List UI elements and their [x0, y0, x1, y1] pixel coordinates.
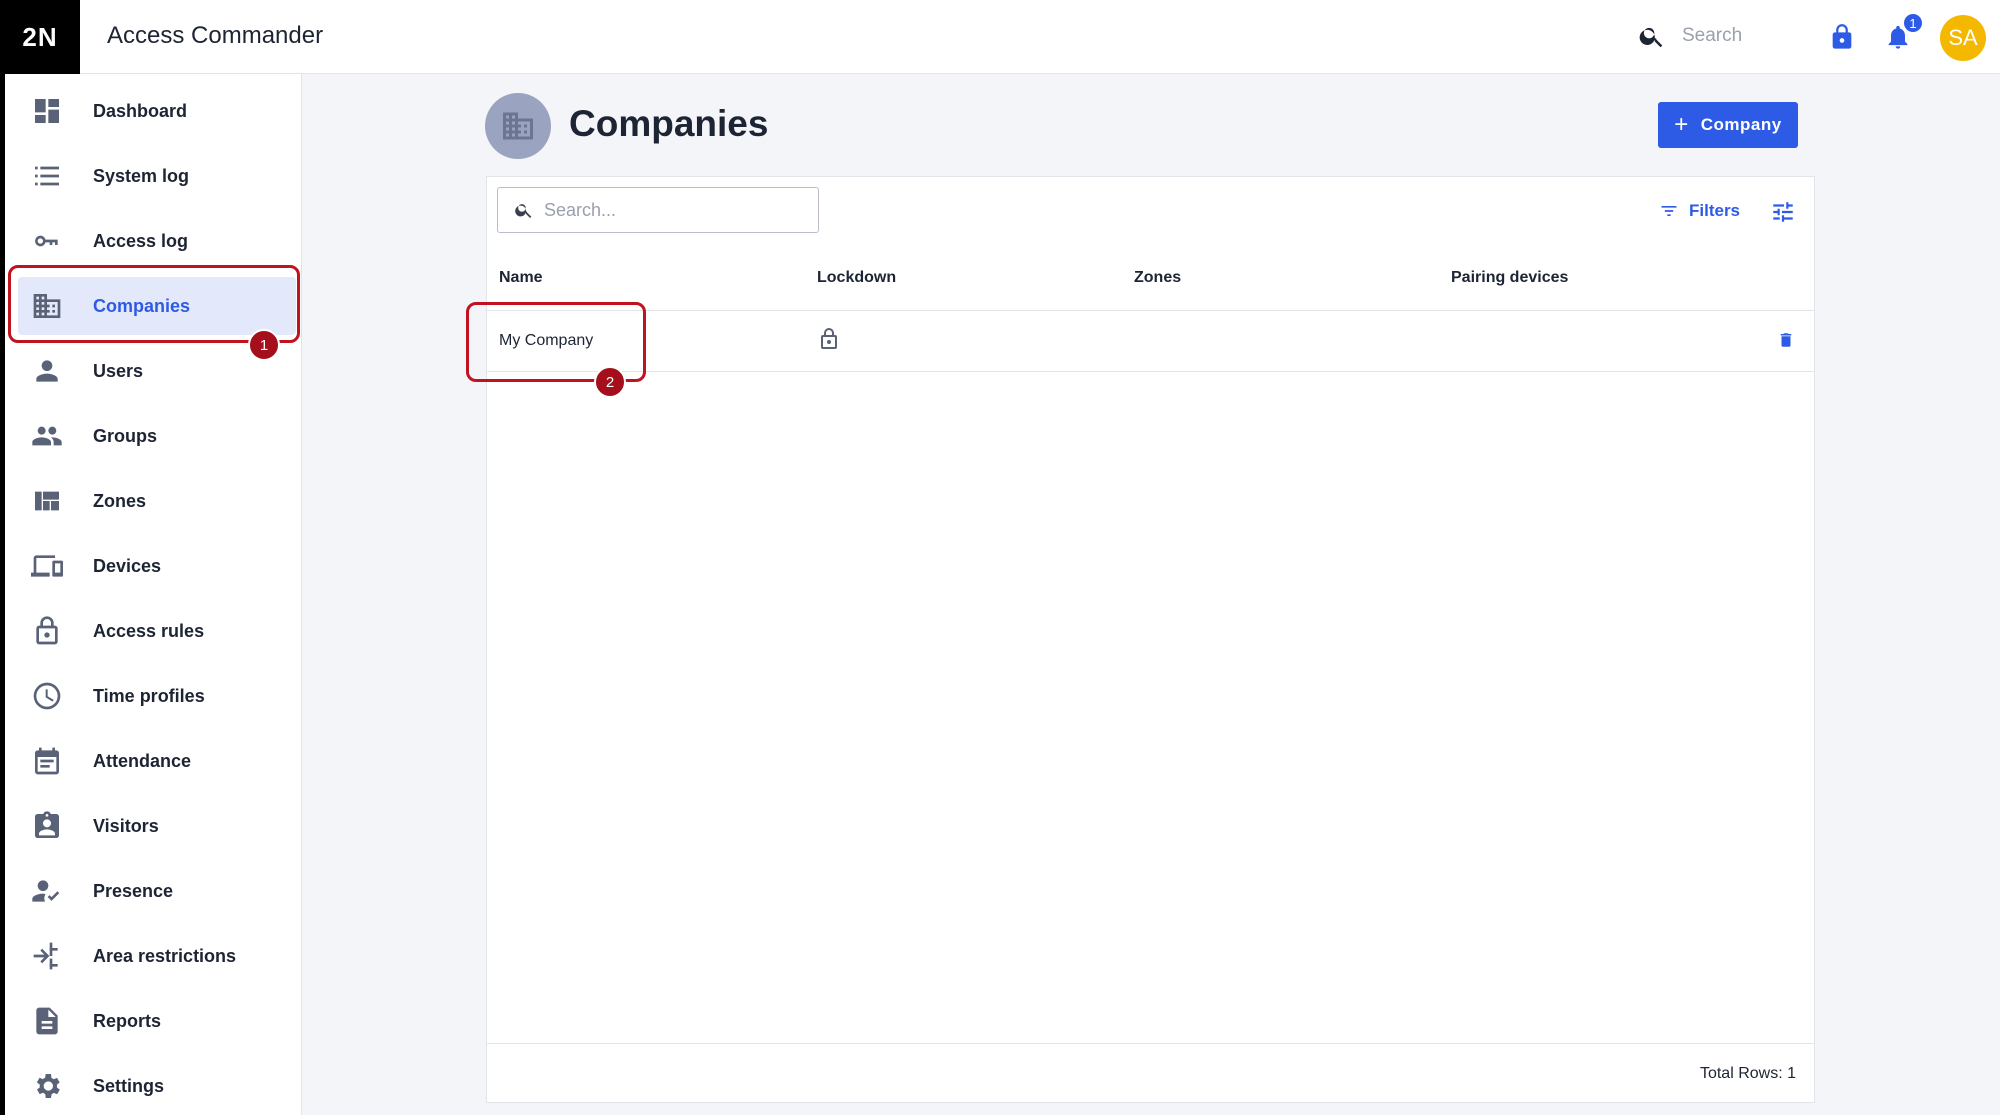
page-title: Companies [569, 103, 769, 144]
sidebar-item-area-restrictions[interactable]: Area restrictions [18, 927, 296, 985]
gear-icon [30, 1069, 64, 1103]
sidebar-item-label: Zones [93, 490, 147, 511]
lockdown-lock-icon[interactable] [1828, 22, 1856, 52]
sidebar-item-attendance[interactable]: Attendance [18, 732, 296, 790]
app-logo[interactable]: 2N [0, 0, 80, 74]
sidebar-item-label: Presence [93, 880, 174, 901]
sidebar-item-dashboard[interactable]: Dashboard [18, 82, 296, 140]
column-header-name[interactable]: Name [499, 269, 543, 287]
clock-icon [30, 679, 64, 713]
sidebar-item-label: Settings [93, 1075, 165, 1096]
sidebar-item-access-log[interactable]: Access log [18, 212, 296, 270]
calendar-icon [30, 744, 64, 778]
step-badge-1: 1 [248, 329, 280, 361]
sidebar-item-label: Access log [93, 230, 189, 251]
sidebar-item-label: Visitors [93, 815, 159, 836]
filters-button[interactable]: Filters [1659, 201, 1740, 221]
lock-open-icon [30, 614, 64, 648]
sidebar-item-devices[interactable]: Devices [18, 537, 296, 595]
devices-icon [30, 549, 64, 583]
sidebar-item-system-log[interactable]: System log [18, 147, 296, 205]
sidebar-item-zones[interactable]: Zones [18, 472, 296, 530]
search-icon [1639, 27, 1663, 48]
column-header-zones[interactable]: Zones [1134, 269, 1181, 287]
plus-icon: + [1674, 111, 1689, 138]
notification-count-badge: 1 [1902, 12, 1924, 34]
global-search-placeholder: Search [1682, 25, 1743, 46]
step-badge-2: 2 [594, 366, 626, 398]
column-header-lockdown[interactable]: Lockdown [817, 269, 896, 287]
app-title: Access Commander [107, 22, 324, 49]
sidebar-item-access-rules[interactable]: Access rules [18, 602, 296, 660]
sidebar-item-visitors[interactable]: Visitors [18, 797, 296, 855]
sidebar-item-label: Area restrictions [93, 945, 237, 966]
search-icon [515, 204, 532, 218]
area-restriction-icon [30, 939, 64, 973]
divider [487, 1043, 1814, 1044]
companies-table-card: Filters Name Lockdown Zones Pairing devi… [486, 176, 1815, 1103]
sidebar-item-presence[interactable]: Presence [18, 862, 296, 920]
sidebar-item-label: Attendance [93, 750, 192, 771]
sidebar-item-groups[interactable]: Groups [18, 407, 296, 465]
sidebar-item-label: Users [93, 360, 144, 381]
sidebar-item-label: Devices [93, 555, 162, 576]
sidebar-item-label: Reports [93, 1010, 162, 1031]
lock-open-icon[interactable] [817, 325, 841, 353]
filters-label: Filters [1689, 201, 1741, 220]
delete-trash-icon[interactable] [1777, 330, 1795, 350]
sidebar: Dashboard System log Access log Companie… [0, 74, 302, 1115]
table-search[interactable] [497, 187, 819, 233]
sidebar-item-label: System log [93, 165, 190, 186]
list-icon [30, 159, 64, 193]
sidebar-item-label: Access rules [93, 620, 205, 641]
total-rows-text: Total Rows: 1 [1699, 1065, 1796, 1082]
add-company-label: Company [1700, 115, 1782, 134]
person-icon [30, 354, 64, 388]
divider [487, 371, 1814, 372]
column-header-pairing-devices[interactable]: Pairing devices [1451, 269, 1568, 287]
sidebar-item-label: Time profiles [93, 685, 205, 706]
top-bar: 2N Access Commander Search 1 SA [0, 0, 2000, 74]
page-building-icon [485, 93, 551, 159]
dashboard-icon [30, 94, 64, 128]
visitor-badge-icon [30, 809, 64, 843]
global-search[interactable]: Search [1638, 22, 1742, 50]
column-settings-icon[interactable] [1770, 199, 1796, 225]
people-icon [30, 419, 64, 453]
key-icon [30, 224, 64, 258]
filter-icon [1661, 206, 1677, 216]
add-company-button[interactable]: + Company [1658, 102, 1798, 148]
user-avatar[interactable]: SA [1940, 15, 1986, 61]
sidebar-item-settings[interactable]: Settings [18, 1057, 296, 1115]
sidebar-item-label: Dashboard [93, 100, 188, 121]
sidebar-item-time-profiles[interactable]: Time profiles [18, 667, 296, 725]
table-search-input[interactable] [544, 199, 804, 221]
sidebar-item-label: Groups [93, 425, 158, 446]
divider [487, 310, 1814, 311]
person-check-icon [30, 874, 64, 908]
sidebar-item-reports[interactable]: Reports [18, 992, 296, 1050]
document-icon [30, 1004, 64, 1038]
zones-icon [30, 484, 64, 518]
